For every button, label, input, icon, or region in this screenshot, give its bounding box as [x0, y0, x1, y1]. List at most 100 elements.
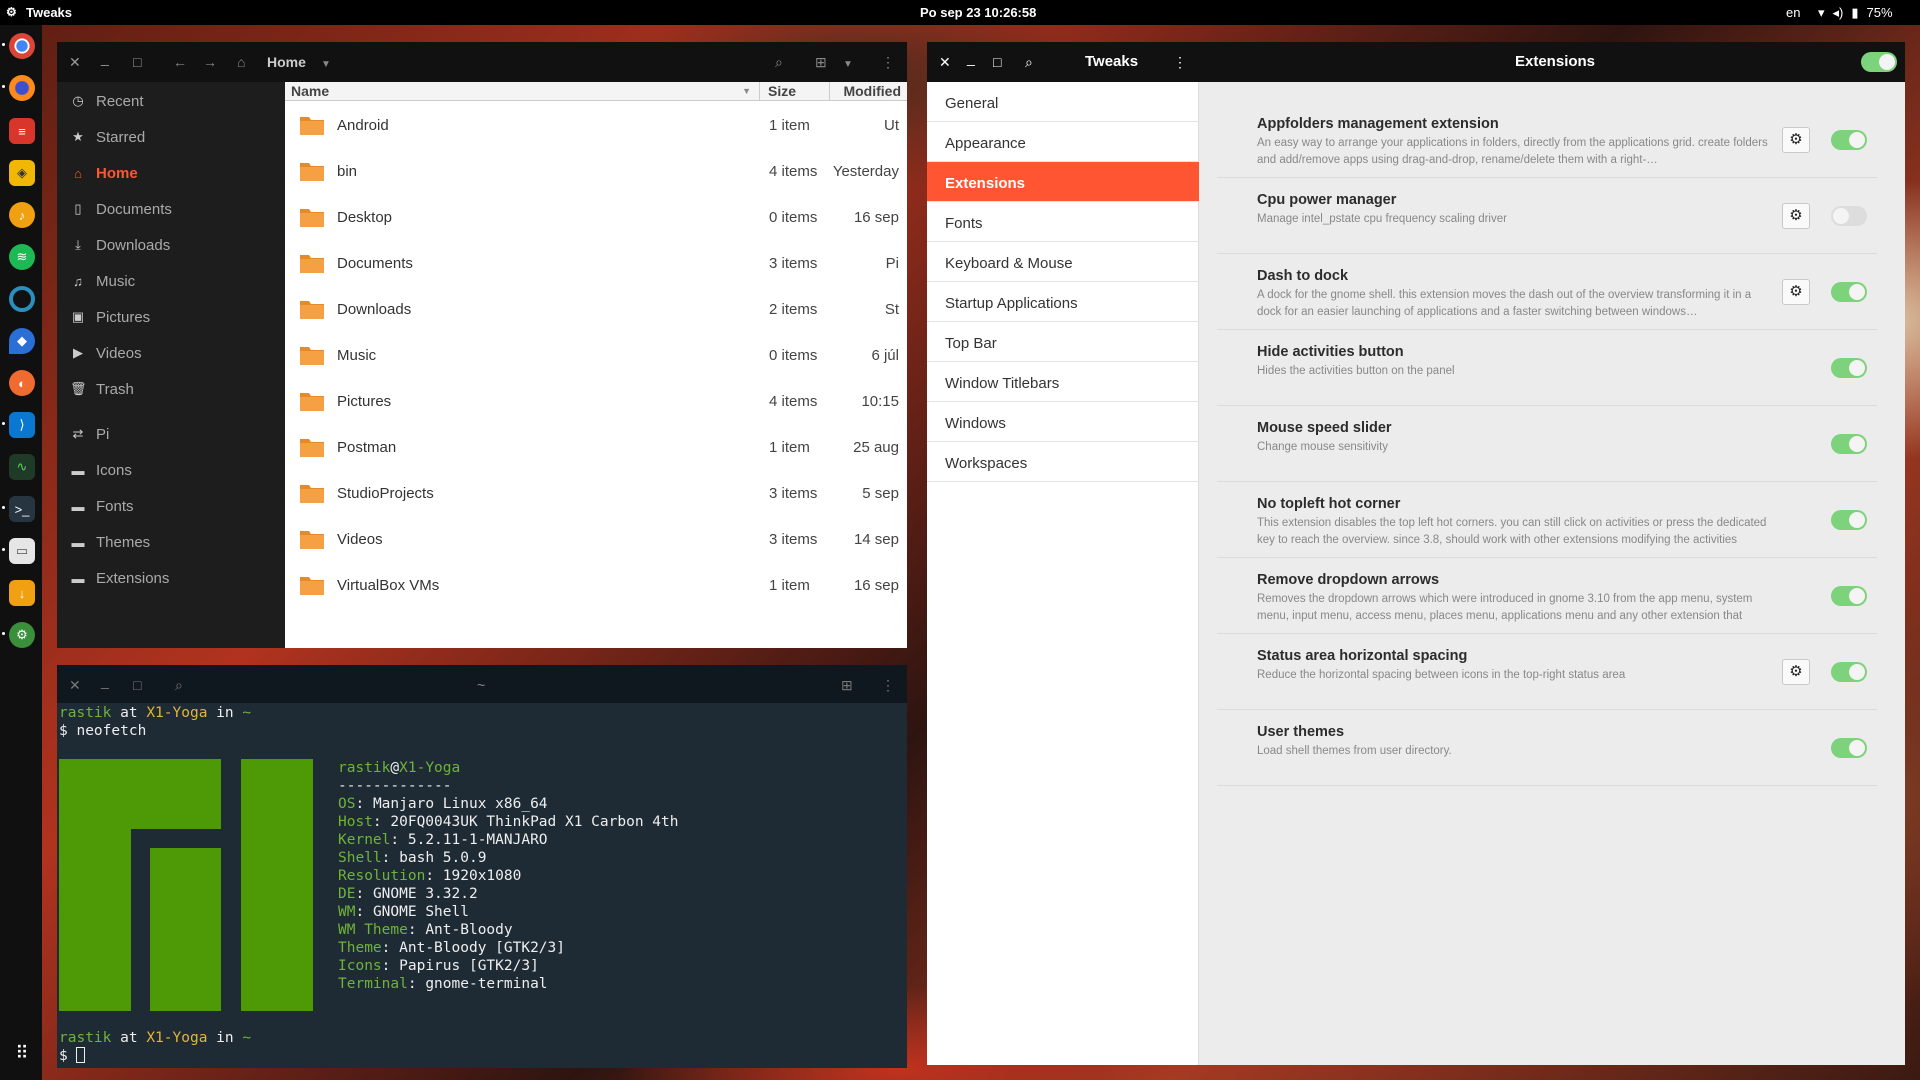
- extension-toggle[interactable]: [1831, 662, 1867, 682]
- files-icon[interactable]: ▭: [9, 538, 35, 564]
- todo-icon[interactable]: ≡: [9, 118, 35, 144]
- app-menu[interactable]: Tweaks: [26, 5, 72, 20]
- terminal-icon[interactable]: >_: [9, 496, 35, 522]
- spotify-icon[interactable]: ≋: [9, 244, 35, 270]
- sidebar-item-home[interactable]: ⌂ Home: [57, 158, 285, 188]
- input-line[interactable]: $: [59, 1047, 86, 1065]
- tab-keyboard-mouse[interactable]: Keyboard & Mouse: [927, 242, 1199, 282]
- extension-toggle[interactable]: [1831, 358, 1867, 378]
- orange-app-icon[interactable]: ◐: [9, 370, 35, 396]
- file-modified: 16 sep: [853, 577, 899, 594]
- folder-icon: [300, 531, 324, 549]
- tab-windows[interactable]: Windows: [927, 402, 1199, 442]
- music-player-icon[interactable]: ♪: [9, 202, 35, 228]
- browser-icon[interactable]: [9, 286, 35, 312]
- extensions-master-switch[interactable]: [1861, 52, 1897, 72]
- keyboard-layout[interactable]: en: [1786, 5, 1800, 20]
- sidebar-item-pictures[interactable]: ▣ Pictures: [57, 302, 285, 332]
- lightbulb-icon[interactable]: ◈: [9, 160, 35, 186]
- extension-settings-button[interactable]: ⚙: [1782, 127, 1810, 153]
- maximize-icon[interactable]: □: [133, 677, 141, 693]
- extension-toggle[interactable]: [1831, 586, 1867, 606]
- tab-fonts[interactable]: Fonts: [927, 202, 1199, 242]
- system-monitor-icon[interactable]: ∿: [9, 454, 35, 480]
- tab-general[interactable]: General: [927, 82, 1199, 122]
- search-icon[interactable]: ⌕: [775, 54, 783, 70]
- close-icon[interactable]: ✕: [69, 54, 81, 70]
- sidebar-item-documents[interactable]: ▯ Documents: [57, 194, 285, 224]
- close-icon[interactable]: ✕: [939, 54, 951, 70]
- extension-toggle[interactable]: [1831, 434, 1867, 454]
- path-bar-home[interactable]: Home: [267, 54, 306, 70]
- forward-icon[interactable]: →: [203, 54, 217, 70]
- file-row[interactable]: VirtualBox VMs 1 item 16 sep: [285, 562, 907, 608]
- menu-icon[interactable]: ⋮: [1173, 54, 1187, 70]
- app-grid-icon[interactable]: ⠿: [9, 1040, 35, 1066]
- tab-workspaces[interactable]: Workspaces: [927, 442, 1199, 482]
- sidebar-item-icons[interactable]: ▬ Icons: [57, 455, 285, 485]
- tab-extensions[interactable]: Extensions: [927, 162, 1199, 202]
- file-row[interactable]: bin 4 items Yesterday: [285, 148, 907, 194]
- file-row[interactable]: Videos 3 items 14 sep: [285, 516, 907, 562]
- extension-toggle[interactable]: [1831, 282, 1867, 302]
- file-row[interactable]: Desktop 0 items 16 sep: [285, 194, 907, 240]
- chrome-icon[interactable]: [9, 33, 35, 59]
- system-menu[interactable]: ▾ ◂) ▮ 75%: [1818, 5, 1893, 21]
- minimize-icon[interactable]: _: [101, 50, 109, 66]
- tweaks-icon[interactable]: ⚙: [9, 622, 35, 648]
- firefox-icon[interactable]: [9, 75, 35, 101]
- sidebar-item-extensions[interactable]: ▬ Extensions: [57, 563, 285, 593]
- sidebar-item-videos[interactable]: ▶ Videos: [57, 338, 285, 368]
- manjaro-logo: [59, 759, 313, 1011]
- column-header-size[interactable]: Size: [759, 82, 829, 101]
- file-row[interactable]: Android 1 item Ut: [285, 102, 907, 148]
- file-row[interactable]: Postman 1 item 25 aug: [285, 424, 907, 470]
- sidebar-item-starred[interactable]: ★ Starred: [57, 122, 285, 152]
- maximize-icon[interactable]: □: [133, 54, 141, 70]
- back-icon[interactable]: ←: [173, 54, 187, 70]
- maximize-icon[interactable]: □: [993, 54, 1001, 70]
- extension-toggle[interactable]: [1831, 738, 1867, 758]
- sidebar-item-fonts[interactable]: ▬ Fonts: [57, 491, 285, 521]
- tab-window-titlebars[interactable]: Window Titlebars: [927, 362, 1199, 402]
- column-header-modified[interactable]: Modified: [829, 82, 907, 101]
- clock[interactable]: Po sep 23 10:26:58: [920, 5, 1060, 20]
- sidebar-item-downloads[interactable]: ⤓ Downloads: [57, 230, 285, 260]
- new-tab-icon[interactable]: ⊞: [841, 677, 853, 693]
- file-row[interactable]: StudioProjects 3 items 5 sep: [285, 470, 907, 516]
- view-grid-icon[interactable]: ⊞: [815, 54, 827, 70]
- extension-toggle[interactable]: [1831, 206, 1867, 226]
- menu-icon[interactable]: ⋮: [881, 677, 895, 693]
- tab-top-bar[interactable]: Top Bar: [927, 322, 1199, 362]
- extension-settings-button[interactable]: ⚙: [1782, 203, 1810, 229]
- close-icon[interactable]: ✕: [69, 677, 81, 693]
- tab-appearance[interactable]: Appearance: [927, 122, 1199, 162]
- minimize-icon[interactable]: _: [101, 673, 109, 689]
- sidebar-item-music[interactable]: ♫ Music: [57, 266, 285, 296]
- column-header-name[interactable]: Name ▼: [285, 82, 759, 101]
- sidebar-item-trash[interactable]: 🗑 Trash: [57, 374, 285, 404]
- file-row[interactable]: Pictures 4 items 10:15: [285, 378, 907, 424]
- search-icon[interactable]: ⌕: [1025, 54, 1033, 70]
- minimize-icon[interactable]: _: [967, 50, 975, 66]
- menu-icon[interactable]: ⋮: [881, 54, 895, 70]
- info-key: Resolution: [338, 868, 426, 884]
- extension-settings-button[interactable]: ⚙: [1782, 659, 1810, 685]
- sidebar-item-recent[interactable]: ◷ Recent: [57, 86, 285, 116]
- path-dropdown-icon[interactable]: ▼: [321, 57, 331, 73]
- tab-startup-applications[interactable]: Startup Applications: [927, 282, 1199, 322]
- sidebar-item-pi[interactable]: ⇄ Pi: [57, 419, 285, 449]
- extension-settings-button[interactable]: ⚙: [1782, 279, 1810, 305]
- view-options-icon[interactable]: ▼: [843, 57, 853, 73]
- extension-toggle[interactable]: [1831, 130, 1867, 150]
- file-size: 0 items: [769, 209, 818, 226]
- drop-icon[interactable]: ◆: [9, 328, 35, 354]
- sidebar-item-themes[interactable]: ▬ Themes: [57, 527, 285, 557]
- search-icon[interactable]: ⌕: [175, 677, 183, 693]
- download-icon[interactable]: ↓: [9, 580, 35, 606]
- file-row[interactable]: Music 0 items 6 júl: [285, 332, 907, 378]
- file-row[interactable]: Documents 3 items Pi: [285, 240, 907, 286]
- file-row[interactable]: Downloads 2 items St: [285, 286, 907, 332]
- extension-toggle[interactable]: [1831, 510, 1867, 530]
- vscode-icon[interactable]: ⟩: [9, 412, 35, 438]
